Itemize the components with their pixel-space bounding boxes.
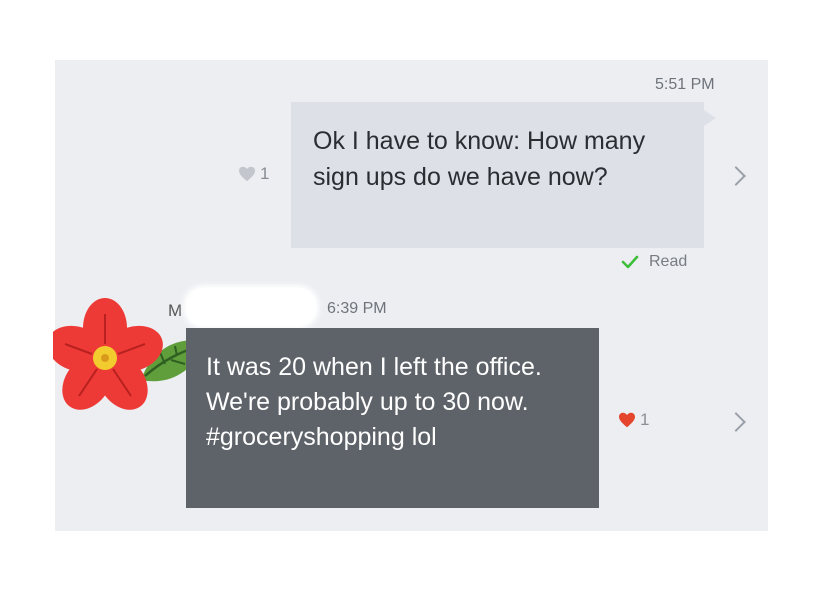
chevron-right-icon[interactable] [726,412,746,432]
read-status-label: Read [649,253,688,270]
read-status: Read [621,253,687,271]
sender-name: M [168,301,183,320]
outgoing-message-text: Ok I have to know: How many sign ups do … [313,127,646,191]
outgoing-timestamp: 5:51 PM [655,76,715,93]
heart-icon [239,166,255,182]
chat-panel: 5:51 PM 1 Ok I have to know: How many si… [47,60,768,531]
check-icon [621,255,639,269]
incoming-message-text: It was 20 when I left the office. We're … [206,353,542,451]
name-redaction [186,288,316,326]
incoming-like-button[interactable]: 1 [618,410,649,430]
incoming-message-bubble[interactable]: It was 20 when I left the office. We're … [186,328,599,508]
incoming-like-count: 1 [640,410,650,429]
outgoing-like-button[interactable]: 1 [238,164,269,184]
heart-icon [619,412,635,428]
outgoing-message-bubble[interactable]: Ok I have to know: How many sign ups do … [291,102,716,248]
incoming-timestamp: 6:39 PM [327,300,387,317]
chevron-right-icon[interactable] [726,166,746,186]
outgoing-like-count: 1 [260,164,270,183]
